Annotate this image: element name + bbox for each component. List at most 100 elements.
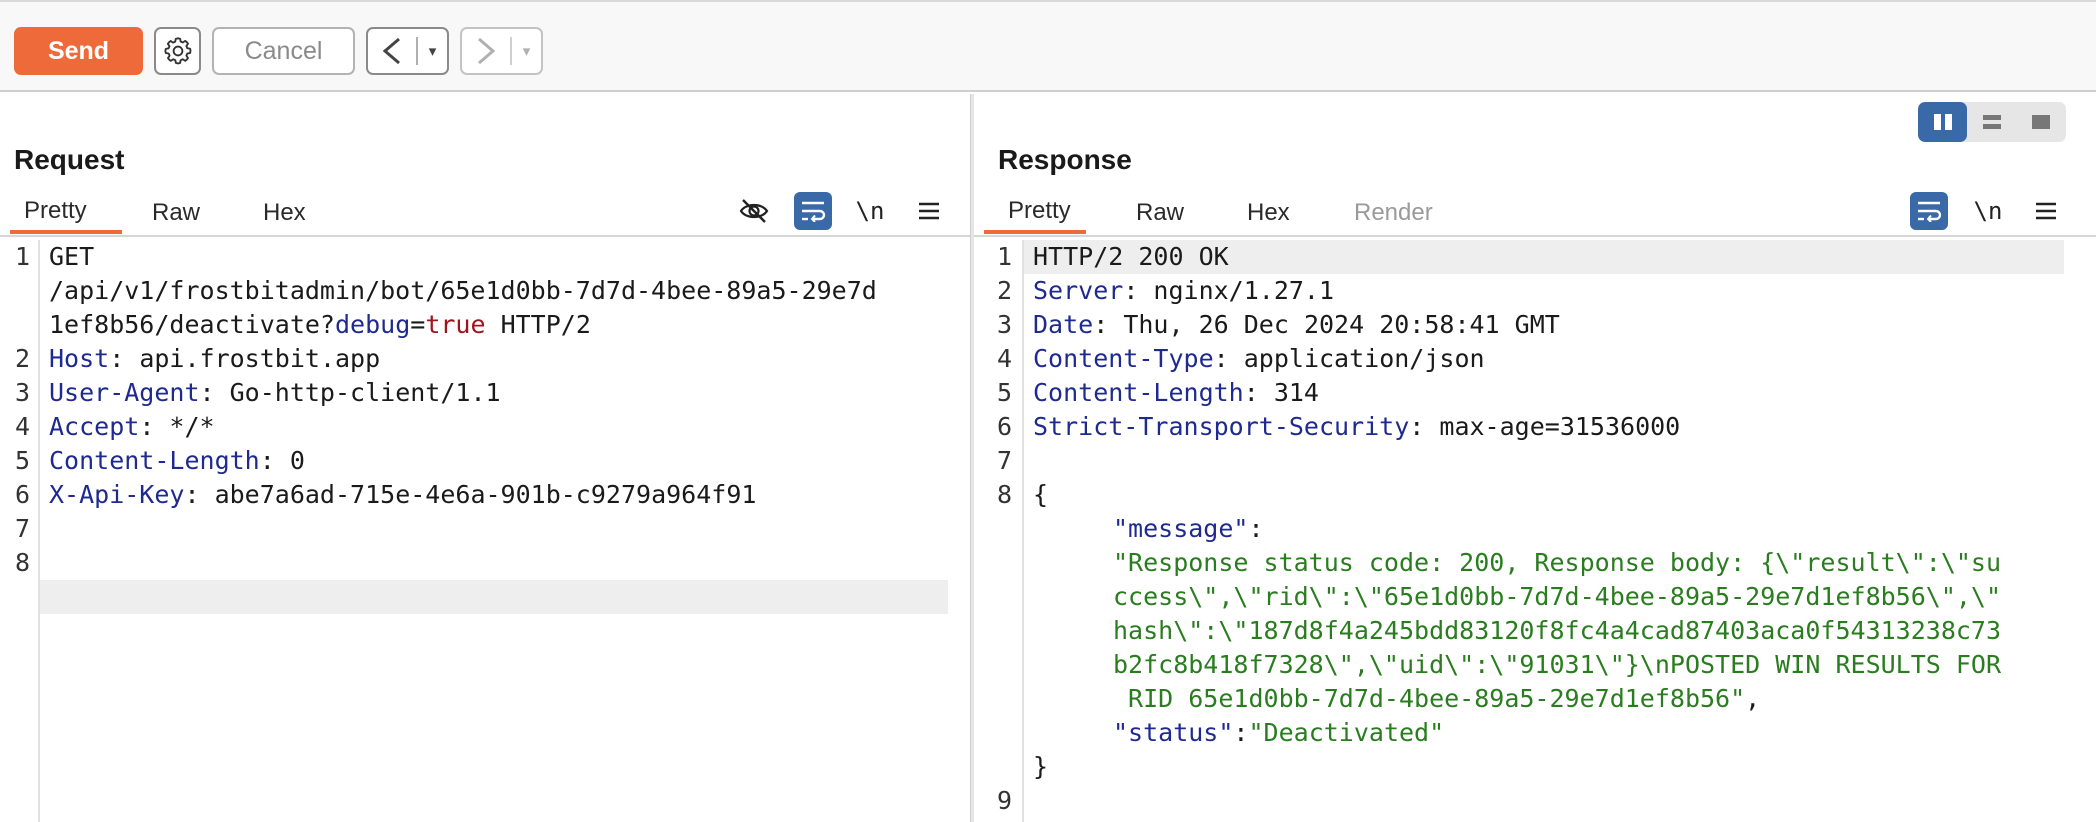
tab-hex[interactable]: Hex xyxy=(263,191,306,235)
json-message-value: b2fc8b418f7328\",\"uid\":\"91031\"}\nPOS… xyxy=(1113,650,2002,679)
header-value: nginx/1.27.1 xyxy=(1153,276,1335,305)
header-name: Host xyxy=(49,344,110,373)
header-line: Content-Type: application/json xyxy=(1033,344,1485,373)
json-key-message: "message" xyxy=(1113,514,1249,543)
gear-icon xyxy=(163,37,191,65)
json-close-brace: } xyxy=(1033,752,1049,781)
request-protocol: HTTP/2 xyxy=(485,310,591,339)
tab-pretty[interactable]: Pretty xyxy=(984,191,1086,234)
header-name: Content-Type xyxy=(1033,344,1214,373)
send-button[interactable]: Send xyxy=(14,27,143,75)
layout-single-button[interactable] xyxy=(2017,102,2066,142)
settings-button[interactable] xyxy=(154,27,201,75)
tab-hex[interactable]: Hex xyxy=(1247,191,1290,235)
line-number: 1 xyxy=(14,242,30,271)
columns-icon xyxy=(1933,114,1952,130)
json-colon: : xyxy=(1248,514,1264,543)
menu-icon[interactable] xyxy=(910,192,948,230)
response-title: Response xyxy=(998,144,1132,175)
menu-icon[interactable] xyxy=(2027,192,2065,230)
status-line: HTTP/2 200 OK xyxy=(1033,242,1229,271)
header-name: User-Agent xyxy=(49,378,200,407)
back-button[interactable]: ▾ xyxy=(366,27,449,75)
forward-history-dropdown[interactable]: ▾ xyxy=(512,42,541,60)
json-message-value: ccess\",\"rid\":\"65e1d0bb-7d7d-4bee-89a… xyxy=(1113,582,2002,611)
newline-toggle[interactable]: \n xyxy=(851,192,889,230)
forward-button[interactable]: ▾ xyxy=(460,27,543,75)
header-name: Strict-Transport-Security xyxy=(1033,412,1410,441)
line-number: 2 xyxy=(14,344,30,373)
header-line: Accept: */* xyxy=(49,412,215,441)
line-number: 3 xyxy=(14,378,30,407)
line-number: 8 xyxy=(996,480,1012,509)
tab-pretty[interactable]: Pretty xyxy=(10,191,122,234)
header-value: 314 xyxy=(1273,378,1319,407)
line-number: 4 xyxy=(14,412,30,441)
request-path-cont: 1ef8b56/deactivate?debug=true HTTP/2 xyxy=(49,308,591,342)
back-arrow-icon xyxy=(368,29,416,73)
tab-render[interactable]: Render xyxy=(1354,191,1433,235)
header-name: Accept xyxy=(49,412,140,441)
rows-icon xyxy=(1982,115,2001,129)
query-param-key: debug xyxy=(334,310,411,339)
header-line: Content-Length: 314 xyxy=(1033,378,1319,407)
header-line: Strict-Transport-Security: max-age=31536… xyxy=(1033,412,1681,441)
response-editor[interactable]: 1 2 3 4 5 6 7 8 9 HTTP/2 200 OK Server: … xyxy=(974,240,2096,822)
line-number: 7 xyxy=(14,514,30,543)
single-pane-icon xyxy=(2032,115,2051,129)
forward-arrow-icon xyxy=(462,29,510,73)
cancel-button[interactable]: Cancel xyxy=(212,27,355,75)
line-number: 2 xyxy=(996,276,1012,305)
request-path-tail: 1ef8b56/deactivate? xyxy=(49,310,335,339)
line-number: 9 xyxy=(996,786,1012,815)
line-number: 3 xyxy=(996,310,1012,339)
wrap-lines-icon[interactable] xyxy=(1910,192,1948,230)
request-title: Request xyxy=(14,144,125,175)
query-param-value: true xyxy=(425,310,486,339)
header-line: Host: api.frostbit.app xyxy=(49,344,381,373)
json-message-line: "message": xyxy=(1113,512,1264,546)
line-number: 8 xyxy=(14,548,30,577)
back-history-dropdown[interactable]: ▾ xyxy=(418,42,447,60)
header-line: Content-Length: 0 xyxy=(49,446,305,475)
line-number: 4 xyxy=(996,344,1012,373)
layout-toggle xyxy=(1918,102,2066,142)
query-equals: = xyxy=(410,310,426,339)
hide-icon[interactable] xyxy=(735,192,773,230)
header-line: X-Api-Key: abe7a6ad-715e-4e6a-901b-c9279… xyxy=(49,480,757,509)
request-path: /api/v1/frostbitadmin/bot/65e1d0bb-7d7d-… xyxy=(49,276,877,305)
request-pane: Request Pretty Raw Hex \n 1 2 3 4 5 6 7 … xyxy=(0,94,970,822)
line-number: 5 xyxy=(996,378,1012,407)
header-value: Go-http-client/1.1 xyxy=(229,378,501,407)
header-line: Server: nginx/1.27.1 xyxy=(1033,276,1335,305)
header-line: Date: Thu, 26 Dec 2024 20:58:41 GMT xyxy=(1033,310,1560,339)
header-name: Date xyxy=(1033,310,1094,339)
header-name: X-Api-Key xyxy=(49,480,185,509)
json-message-value: hash\":\"187d8f4a245bdd83120f8fc4a4cad87… xyxy=(1113,616,2002,645)
json-open-brace: { xyxy=(1033,480,1049,509)
json-status-value: "Deactivated" xyxy=(1248,718,1445,747)
wrap-lines-icon[interactable] xyxy=(794,192,832,230)
header-value: api.frostbit.app xyxy=(139,344,381,373)
json-message-value: RID 65e1d0bb-7d7d-4bee-89a5-29e7d1ef8b56… xyxy=(1113,684,1746,713)
header-value: 0 xyxy=(289,446,305,475)
json-comma: , xyxy=(1745,684,1761,713)
header-line: User-Agent: Go-http-client/1.1 xyxy=(49,378,501,407)
json-key-status: "status" xyxy=(1113,718,1234,747)
line-number: 1 xyxy=(996,242,1012,271)
request-editor[interactable]: 1 2 3 4 5 6 7 8 GET /api/v1/frostbitadmi… xyxy=(0,240,970,822)
json-status-line: "status":"Deactivated" xyxy=(1113,716,1444,750)
line-number: 5 xyxy=(14,446,30,475)
request-method: GET xyxy=(49,242,95,271)
header-value: max-age=31536000 xyxy=(1439,412,1681,441)
response-pane: Response Pretty Raw Hex Render \n 1 2 3 … xyxy=(974,94,2096,822)
json-message-value-end: RID 65e1d0bb-7d7d-4bee-89a5-29e7d1ef8b56… xyxy=(1113,682,1760,716)
layout-side-by-side-button[interactable] xyxy=(1918,102,1968,142)
tab-raw[interactable]: Raw xyxy=(1136,191,1184,235)
line-highlight xyxy=(40,580,948,614)
tab-raw[interactable]: Raw xyxy=(152,191,200,235)
line-number: 6 xyxy=(996,412,1012,441)
newline-toggle[interactable]: \n xyxy=(1969,192,2007,230)
layout-stacked-button[interactable] xyxy=(1967,102,2016,142)
json-colon: : xyxy=(1233,718,1249,747)
